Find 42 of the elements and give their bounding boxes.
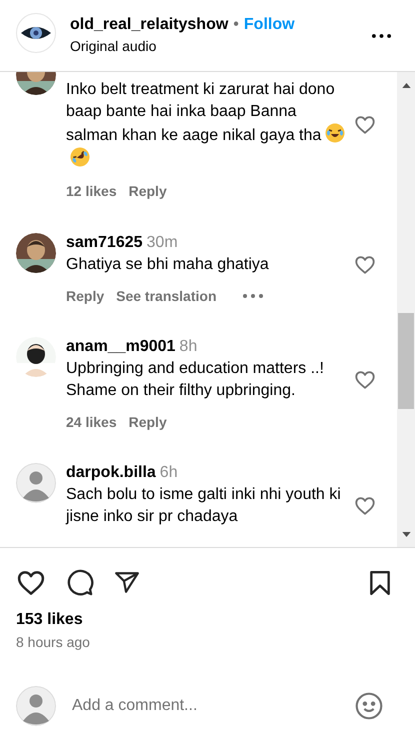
heart-icon[interactable]: [354, 254, 376, 276]
emoji-icon[interactable]: [355, 692, 383, 720]
heart-icon[interactable]: [354, 114, 376, 136]
follow-button[interactable]: Follow: [244, 14, 295, 36]
comment-time: 8h: [179, 338, 198, 355]
eye-logo-icon[interactable]: [16, 12, 56, 52]
separator-dot: •: [233, 16, 239, 32]
comment-action-link[interactable]: Reply: [66, 286, 104, 306]
avatar-icon: [16, 463, 56, 503]
audio-label: Original audio: [70, 36, 158, 56]
scroll-down-icon[interactable]: [402, 532, 410, 537]
likes-count[interactable]: 12 likes: [66, 181, 117, 201]
scroll-thumb[interactable]: [398, 313, 414, 409]
comment-action-link[interactable]: See translation: [116, 286, 216, 306]
bookmark-icon[interactable]: [367, 569, 393, 597]
scrollbar[interactable]: [397, 72, 415, 547]
heart-icon[interactable]: [354, 495, 376, 517]
likes-count[interactable]: 24 likes: [66, 412, 117, 432]
laughing-face-icon: [70, 147, 90, 167]
post-time: 8 hours ago: [16, 633, 91, 652]
comment-icon[interactable]: [66, 569, 94, 597]
comment-text: Ghatiya se bhi maha ghatiya: [66, 255, 270, 275]
comment-input[interactable]: Add a comment...: [72, 694, 355, 718]
comment-time: 30m: [146, 234, 178, 251]
comment-action-link[interactable]: Reply: [128, 412, 167, 432]
comment-time: 6h: [160, 464, 178, 481]
username[interactable]: anam__m9001: [66, 338, 176, 355]
comment-action-link[interactable]: Reply: [128, 181, 167, 201]
share-icon[interactable]: [114, 570, 140, 596]
account-name[interactable]: old_real_relaityshow: [70, 16, 228, 32]
avatar-icon: [16, 686, 56, 726]
comment-text: Sach bolu to isme galti inki nhi youth ki jisne inko sir pr chadaya: [66, 485, 342, 527]
comment-text: Inko belt treatment ki zarurat hai dono baap bante hai inka baap Banna salman khan ke aage nikal gaya tha: [66, 79, 346, 171]
post-likes[interactable]: 153 likes: [16, 608, 399, 632]
heart-icon[interactable]: [354, 369, 376, 391]
more-icon[interactable]: [372, 34, 391, 38]
comment-text: Upbringing and education matters ..! Shame on their filthy upbringing.: [66, 359, 325, 401]
username[interactable]: sam71625: [66, 234, 143, 251]
laughing-face-icon: [325, 123, 346, 143]
like-icon[interactable]: [16, 568, 46, 598]
scroll-up-icon[interactable]: [402, 83, 410, 88]
username[interactable]: darpok.billa: [66, 464, 156, 481]
